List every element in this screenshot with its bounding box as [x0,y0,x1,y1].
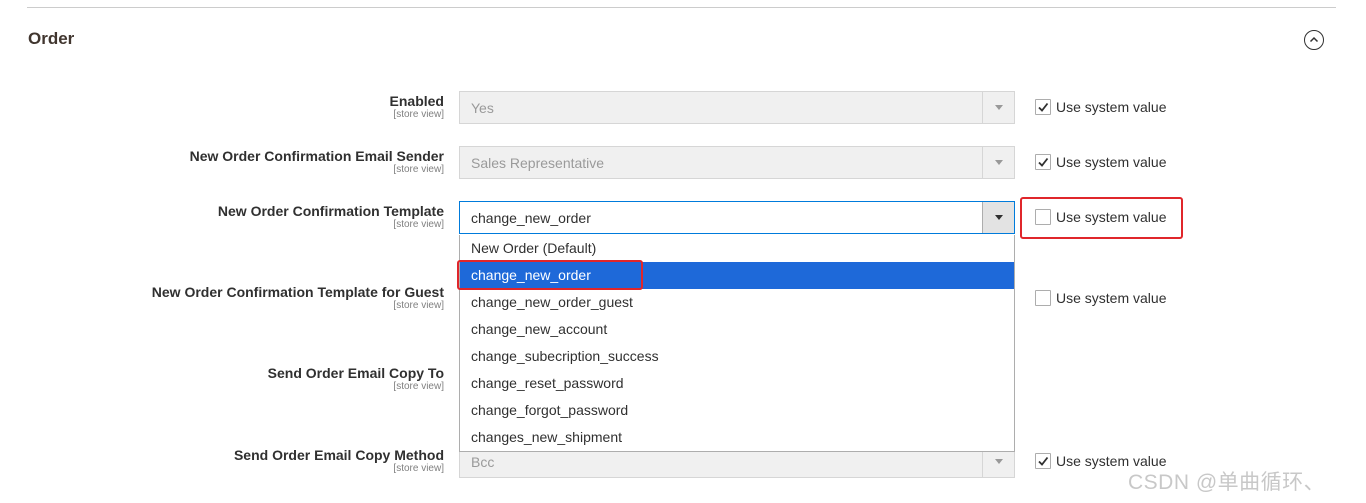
enabled-use-system-value[interactable]: Use system value [1035,99,1166,115]
section-title[interactable]: Order [28,29,74,49]
dropdown-option[interactable]: change_forgot_password [460,397,1014,424]
scope-label: [store view] [393,300,444,311]
section-divider [27,7,1336,8]
checkbox-unchecked[interactable] [1035,209,1051,225]
checkmark-icon [1038,102,1049,112]
collapse-section-button[interactable] [1304,30,1324,50]
checkbox-checked[interactable] [1035,453,1051,469]
checkbox-unchecked[interactable] [1035,290,1051,306]
enabled-label: Enabled [store view] [389,93,444,120]
template-dropdown-list[interactable]: New Order (Default) change_new_order cha… [459,235,1015,452]
dropdown-arrow-icon [982,147,1014,178]
dropdown-option[interactable]: New Order (Default) [460,235,1014,262]
watermark: CSDN @单曲循环、 [1128,471,1326,494]
scope-label: [store view] [393,164,444,175]
dropdown-option[interactable]: changes_new_shipment [460,424,1014,451]
scope-label: [store view] [393,109,444,120]
dropdown-option-selected[interactable]: change_new_order [460,262,1014,289]
email-sender-select[interactable]: Sales Representative [459,146,1015,179]
checkbox-checked[interactable] [1035,99,1051,115]
send-copy-to-label: Send Order Email Copy To [store view] [267,365,444,392]
dropdown-arrow-icon [982,92,1014,123]
chevron-up-icon [1309,36,1319,43]
dropdown-option[interactable]: change_new_account [460,316,1014,343]
confirmation-template-use-system-value[interactable]: Use system value [1035,209,1166,225]
guest-template-label: New Order Confirmation Template for Gues… [151,284,444,311]
scope-label: [store view] [393,463,444,474]
confirmation-template-select[interactable]: change_new_order [459,201,1015,234]
scope-label: [store view] [393,381,444,392]
checkmark-icon [1038,157,1049,167]
scope-label: [store view] [393,219,444,230]
email-sender-use-system-value[interactable]: Use system value [1035,154,1166,170]
guest-template-use-system-value[interactable]: Use system value [1035,290,1166,306]
confirmation-template-label: New Order Confirmation Template [store v… [217,203,444,230]
send-copy-method-label: Send Order Email Copy Method [store view… [233,447,444,474]
enabled-select[interactable]: Yes [459,91,1015,124]
email-sender-label: New Order Confirmation Email Sender [sto… [189,148,444,175]
dropdown-option[interactable]: change_new_order_guest [460,289,1014,316]
checkmark-icon [1038,456,1049,466]
dropdown-option[interactable]: change_subecription_success [460,343,1014,370]
checkbox-checked[interactable] [1035,154,1051,170]
dropdown-arrow-icon [982,202,1014,233]
dropdown-option[interactable]: change_reset_password [460,370,1014,397]
